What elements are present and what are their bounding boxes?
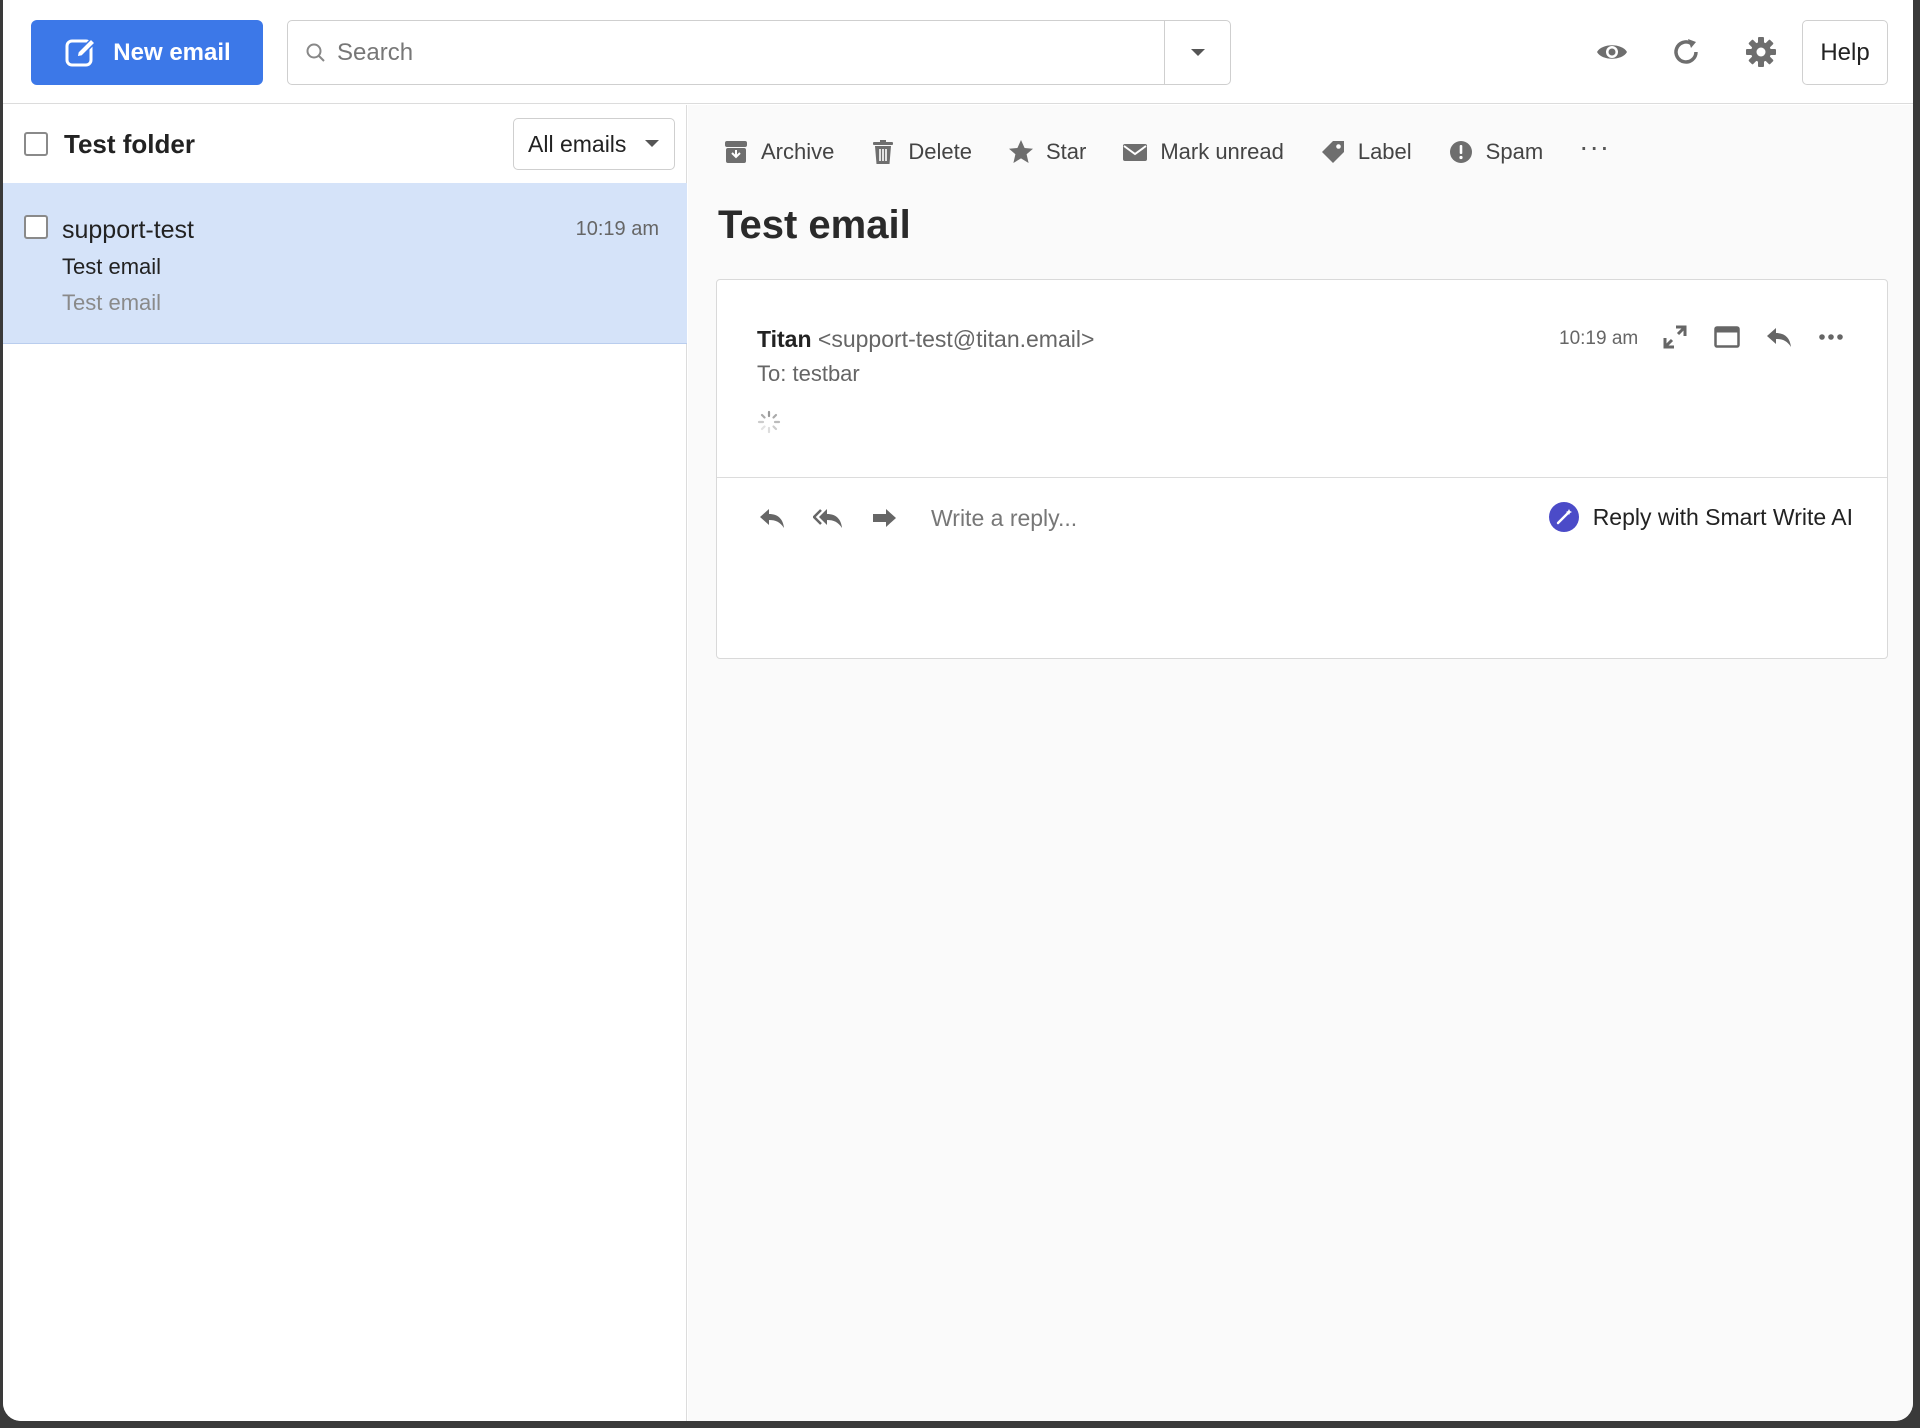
delete-button[interactable]: Delete bbox=[870, 139, 972, 165]
message-time: 10:19 am bbox=[1559, 328, 1639, 349]
mark-unread-label: Mark unread bbox=[1160, 139, 1284, 164]
reading-pane: Archive Delete Star Mark unread Label Sp… bbox=[688, 105, 1913, 1421]
reply-all-icon[interactable] bbox=[813, 503, 843, 533]
star-label: Star bbox=[1045, 139, 1087, 164]
new-email-button[interactable]: New email bbox=[31, 20, 263, 85]
top-bar: New email Search Help bbox=[3, 0, 1913, 104]
reply-icon[interactable] bbox=[757, 503, 787, 533]
to-label: To: bbox=[757, 361, 787, 386]
search-input[interactable] bbox=[337, 22, 1164, 83]
message-card: Titan <support-test@titan.email> To: tes… bbox=[716, 279, 1888, 659]
smart-write-ai-button[interactable]: Reply with Smart Write AI bbox=[1548, 502, 1853, 532]
folder-header: Test folder All emails bbox=[3, 105, 687, 183]
eye-icon[interactable] bbox=[1594, 34, 1630, 70]
more-dots-icon: ··· bbox=[1579, 131, 1611, 162]
sender-name: Titan bbox=[757, 326, 812, 352]
message-header: Titan <support-test@titan.email> To: tes… bbox=[717, 280, 1887, 478]
more-actions-button[interactable]: ··· bbox=[1579, 131, 1610, 163]
refresh-icon[interactable] bbox=[1668, 34, 1704, 70]
reply-input[interactable] bbox=[931, 504, 1491, 532]
to-recipient: testbar bbox=[792, 361, 860, 386]
expand-icon[interactable] bbox=[1662, 324, 1688, 350]
archive-icon bbox=[725, 141, 747, 163]
reply-bar: Reply with Smart Write AI bbox=[717, 478, 1887, 558]
reply-actions bbox=[757, 503, 899, 533]
mail-app-window: New email Search Help Test folder All em… bbox=[3, 0, 1913, 1421]
search-box bbox=[287, 20, 1231, 85]
open-window-icon[interactable] bbox=[1714, 324, 1740, 350]
message-toolbar: Archive Delete Star Mark unread Label Sp… bbox=[723, 131, 1646, 172]
envelope-icon bbox=[1123, 144, 1148, 161]
from-line: Titan <support-test@titan.email> bbox=[757, 326, 1094, 353]
folder-title: Test folder bbox=[64, 129, 195, 159]
sender-address: <support-test@titan.email> bbox=[817, 326, 1095, 352]
reply-icon[interactable] bbox=[1766, 324, 1792, 350]
email-list-pane: Test folder All emails support-test 10:1… bbox=[3, 105, 687, 1421]
spam-button[interactable]: Spam bbox=[1448, 139, 1543, 165]
message-subject-title: Test email bbox=[718, 203, 911, 247]
email-preview: Test email bbox=[62, 290, 162, 315]
label-label: Label bbox=[1357, 139, 1412, 164]
settings-gear-icon[interactable] bbox=[1743, 34, 1779, 70]
email-sender: support-test bbox=[62, 216, 195, 244]
caret-down-icon bbox=[645, 140, 660, 147]
email-checkbox[interactable] bbox=[24, 215, 48, 239]
archive-button[interactable]: Archive bbox=[723, 139, 834, 165]
search-options-dropdown[interactable] bbox=[1164, 21, 1230, 84]
caret-down-icon bbox=[1190, 48, 1205, 56]
list-item[interactable]: support-test 10:19 am Test email Test em… bbox=[3, 183, 687, 344]
email-time: 10:19 am bbox=[575, 218, 659, 240]
star-button[interactable]: Star bbox=[1008, 139, 1086, 165]
email-subject: Test email bbox=[62, 254, 162, 279]
message-actions bbox=[1662, 324, 1844, 350]
star-icon bbox=[1008, 140, 1033, 163]
trash-icon bbox=[873, 140, 894, 164]
email-filter-dropdown[interactable]: All emails bbox=[513, 118, 675, 170]
alert-circle-icon bbox=[1449, 141, 1472, 163]
help-label: Help bbox=[1820, 38, 1870, 66]
archive-label: Archive bbox=[761, 139, 835, 164]
smart-write-ai-label: Reply with Smart Write AI bbox=[1592, 503, 1853, 530]
to-line: To: testbar bbox=[757, 361, 860, 387]
magic-wand-icon bbox=[1548, 502, 1579, 532]
tag-icon bbox=[1321, 141, 1344, 163]
forward-icon[interactable] bbox=[869, 503, 899, 533]
delete-label: Delete bbox=[908, 139, 972, 164]
mark-unread-button[interactable]: Mark unread bbox=[1122, 139, 1284, 165]
compose-icon bbox=[65, 37, 97, 66]
loading-spinner-icon bbox=[757, 410, 781, 434]
more-icon[interactable] bbox=[1818, 324, 1844, 350]
help-button[interactable]: Help bbox=[1802, 20, 1888, 85]
new-email-label: New email bbox=[113, 38, 231, 66]
spam-label: Spam bbox=[1485, 139, 1544, 164]
filter-value: All emails bbox=[528, 130, 627, 157]
label-button[interactable]: Label bbox=[1320, 139, 1412, 165]
search-icon bbox=[306, 43, 325, 62]
select-all-checkbox[interactable] bbox=[24, 132, 48, 156]
